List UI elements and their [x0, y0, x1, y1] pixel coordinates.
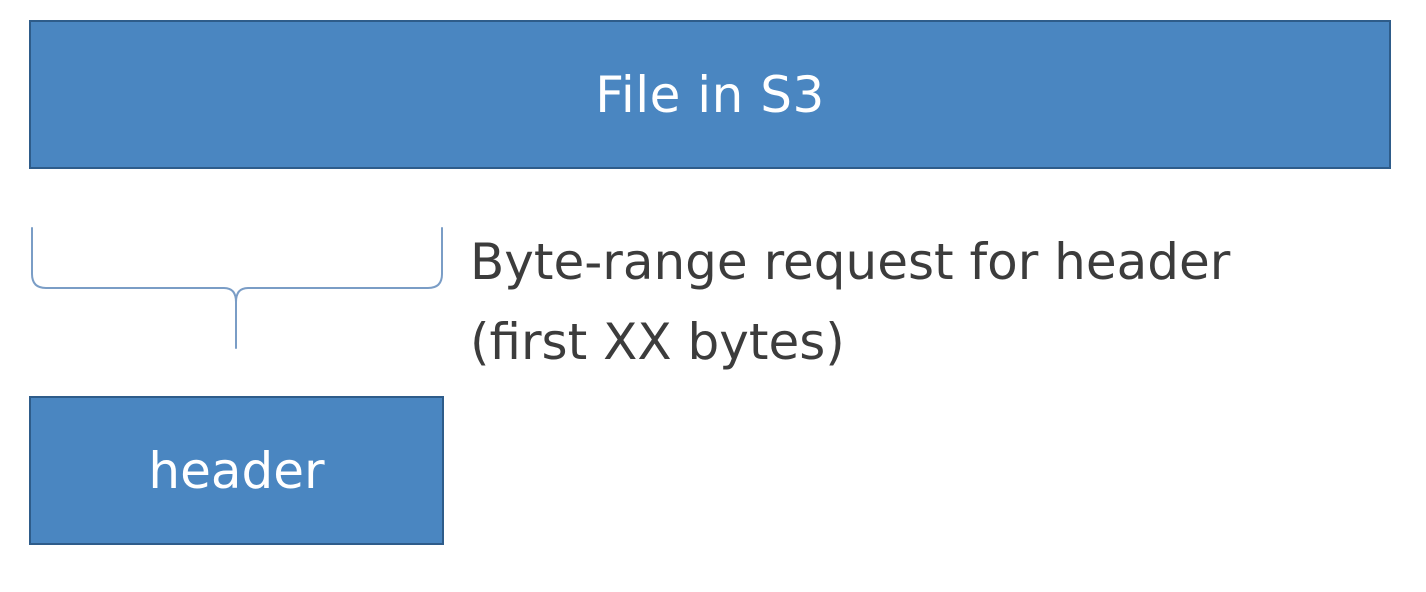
callout-line-2: (first XX bytes): [470, 313, 845, 371]
callout-line-1: Byte-range request for header: [470, 233, 1231, 291]
curly-brace-down-icon: [31, 227, 443, 349]
file-in-s3-box: File in S3: [29, 20, 1391, 169]
header-label: header: [148, 441, 325, 500]
file-in-s3-label: File in S3: [595, 65, 825, 124]
header-box: header: [29, 396, 444, 545]
brace-path: [31, 227, 443, 349]
byte-range-callout: Byte-range request for header (first XX …: [470, 222, 1390, 382]
